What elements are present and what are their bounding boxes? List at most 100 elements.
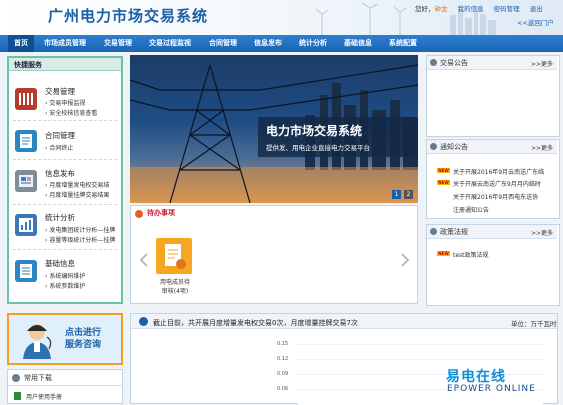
y-tick-label: 0.06 bbox=[277, 386, 289, 392]
new-badge-icon: NEW bbox=[437, 251, 450, 256]
quick-link-stats-2[interactable]: › 容量等级统计分析—挂牌 bbox=[45, 235, 115, 244]
nav-statistics[interactable]: 统计分析 bbox=[299, 35, 327, 52]
notice-icon bbox=[430, 143, 437, 150]
policy-item[interactable]: test政策法规 bbox=[453, 250, 489, 259]
download-user-manual[interactable]: 用户使用手册 bbox=[26, 392, 62, 401]
trade-announcement-title: 交易公告 bbox=[440, 59, 468, 67]
support-agent-icon bbox=[23, 324, 52, 359]
epower-logo-subtitle: EPOWER ONLINE bbox=[447, 384, 536, 394]
app-title: 广州电力市场交易系统 bbox=[48, 7, 209, 25]
y-tick-label: 0.12 bbox=[277, 356, 289, 362]
page-header: 广州电力市场交易系统 您好，钟龙 我的信息 密码管理 退出 <<返回门户 bbox=[0, 0, 563, 35]
info-icon[interactable] bbox=[15, 170, 37, 192]
divider bbox=[13, 120, 117, 121]
banner-carousel[interactable]: 电力市场交易系统 提供发、用电企业直接电力交易平台 1 2 bbox=[130, 55, 418, 203]
policy-title: 政策法规 bbox=[440, 228, 468, 236]
todo-item-icon[interactable] bbox=[156, 238, 192, 274]
quick-link-safety-check[interactable]: › 安全校核信息查看 bbox=[45, 108, 97, 117]
policy-icon bbox=[430, 228, 437, 235]
stats-header: 截止目前，共开展月度增量发电权交易0次，月度增量挂牌交易7次 单位：万千瓦时 bbox=[131, 314, 557, 329]
service-consult-button[interactable]: 点击进行 服务咨询 bbox=[7, 313, 123, 365]
todo-panel: 待办事项 用电成员待 审核(4项) bbox=[130, 205, 418, 304]
trade-icon[interactable] bbox=[15, 88, 37, 110]
banner-subtitle: 提供发、用电企业直接电力交易平台 bbox=[266, 144, 370, 152]
quick-service-title: 快捷服务 bbox=[14, 61, 42, 69]
stats-icon bbox=[139, 317, 148, 326]
quick-link-info-1[interactable]: › 月度增量发电权交易结 bbox=[45, 180, 109, 189]
quick-link-contract-terminate[interactable]: › 合同终止 bbox=[45, 143, 73, 152]
gridline bbox=[297, 374, 543, 375]
consult-label: 点击进行 服务咨询 bbox=[65, 328, 102, 350]
banner-title: 电力市场交易系统 bbox=[266, 124, 363, 138]
username[interactable]: 钟龙 bbox=[435, 5, 448, 13]
epower-logo: 易电在线 bbox=[446, 369, 506, 385]
nav-member-management[interactable]: 市场成员管理 bbox=[44, 35, 86, 52]
todo-item-label[interactable]: 用电成员待 审核(4项) bbox=[151, 277, 199, 295]
quick-link-info-2[interactable]: › 月度增量挂牌交易结果 bbox=[45, 190, 109, 199]
quick-group-title-stats[interactable]: 统计分析 bbox=[45, 212, 75, 223]
policy-more[interactable]: >>更多 bbox=[531, 228, 553, 237]
quick-link-trade-declaration[interactable]: › 交易申报监视 bbox=[45, 98, 85, 107]
todo-title: 待办事项 bbox=[147, 209, 175, 217]
main-nav: 首页 市场成员管理 交易管理 交易过程监视 合同管理 信息发布 统计分析 基础信… bbox=[0, 35, 563, 52]
contract-icon[interactable] bbox=[15, 130, 37, 152]
my-info-link[interactable]: 我的信息 bbox=[458, 5, 484, 13]
notice-title: 通知公告 bbox=[440, 143, 468, 151]
notice-item[interactable]: 注册通知公告 bbox=[453, 205, 489, 214]
download-icon bbox=[12, 374, 20, 382]
quick-service-header: 快捷服务 bbox=[9, 58, 121, 71]
nav-contract-management[interactable]: 合同管理 bbox=[209, 35, 237, 52]
next-arrow-icon[interactable] bbox=[400, 253, 410, 267]
stats-summary: 截止目前，共开展月度增量发电权交易0次，月度增量挂牌交易7次 bbox=[153, 319, 358, 327]
common-downloads-title: 常用下载 bbox=[24, 374, 52, 382]
notice-header: 通知公告 >>更多 bbox=[427, 140, 557, 154]
nav-trade-monitor[interactable]: 交易过程监视 bbox=[149, 35, 191, 52]
notice-panel: 通知公告 >>更多 NEW 关于开展2016年9月云南送广东临 NEW 关于开展… bbox=[426, 139, 560, 219]
trade-announcement-more[interactable]: >>更多 bbox=[531, 59, 553, 68]
stats-panel: 截止目前，共开展月度增量发电权交易0次，月度增量挂牌交易7次 单位：万千瓦时 0… bbox=[130, 313, 558, 405]
trade-announcement-panel: 交易公告 >>更多 bbox=[426, 55, 560, 137]
divider bbox=[13, 159, 117, 160]
quick-group-title-base[interactable]: 基础信息 bbox=[45, 258, 75, 269]
announcement-icon bbox=[430, 59, 437, 66]
quick-link-base-2[interactable]: › 系统参数维护 bbox=[45, 281, 85, 290]
notice-item[interactable]: 关于开展2016年9月云南送广东临 bbox=[453, 167, 544, 176]
y-tick-label: 0.09 bbox=[277, 371, 289, 377]
password-link[interactable]: 密码管理 bbox=[494, 5, 520, 13]
gridline bbox=[297, 359, 543, 360]
nav-info-publish[interactable]: 信息发布 bbox=[254, 35, 282, 52]
quick-group-title-trade[interactable]: 交易管理 bbox=[45, 86, 75, 97]
policy-panel: 政策法规 >>更多 NEW test政策法规 bbox=[426, 224, 560, 306]
banner-page-2[interactable]: 2 bbox=[404, 190, 413, 199]
nav-home[interactable]: 首页 bbox=[8, 35, 34, 52]
notice-item[interactable]: 关于开展云南送广东9月月内临时 bbox=[453, 179, 541, 188]
manual-file-icon bbox=[14, 392, 21, 400]
notice-more[interactable]: >>更多 bbox=[531, 143, 553, 152]
y-tick-label: 0.15 bbox=[277, 341, 289, 347]
gridline bbox=[297, 344, 543, 345]
notice-item[interactable]: 关于开展2016年9月西电东送协 bbox=[453, 192, 538, 201]
return-portal-link[interactable]: <<返回门户 bbox=[517, 17, 554, 27]
divider bbox=[13, 204, 117, 205]
quick-group-title-contract[interactable]: 合同管理 bbox=[45, 130, 75, 141]
divider bbox=[8, 385, 122, 386]
prev-arrow-icon[interactable] bbox=[139, 253, 149, 267]
divider bbox=[13, 249, 117, 250]
user-links: 您好，钟龙 我的信息 密码管理 退出 bbox=[415, 3, 543, 13]
quick-link-base-1[interactable]: › 系统编码维护 bbox=[45, 271, 85, 280]
nav-base-info[interactable]: 基础信息 bbox=[344, 35, 372, 52]
todo-icon bbox=[135, 210, 143, 218]
base-icon[interactable] bbox=[15, 260, 37, 282]
quick-group-title-info[interactable]: 信息发布 bbox=[45, 168, 75, 179]
new-badge-icon: NEW bbox=[437, 180, 450, 185]
nav-system-config[interactable]: 系统配置 bbox=[389, 35, 417, 52]
stats-icon[interactable] bbox=[15, 214, 37, 236]
banner-page-1[interactable]: 1 bbox=[392, 190, 401, 199]
quick-link-stats-1[interactable]: › 发电集团统计分析—挂牌 bbox=[45, 225, 115, 234]
stats-unit: 单位：万千瓦时 bbox=[511, 320, 557, 328]
banner-caption: 电力市场交易系统 提供发、用电企业直接电力交易平台 bbox=[258, 117, 418, 157]
logout-link[interactable]: 退出 bbox=[530, 5, 543, 13]
nav-trade-management[interactable]: 交易管理 bbox=[104, 35, 132, 52]
policy-header: 政策法规 >>更多 bbox=[427, 225, 557, 239]
new-badge-icon: NEW bbox=[437, 168, 450, 173]
